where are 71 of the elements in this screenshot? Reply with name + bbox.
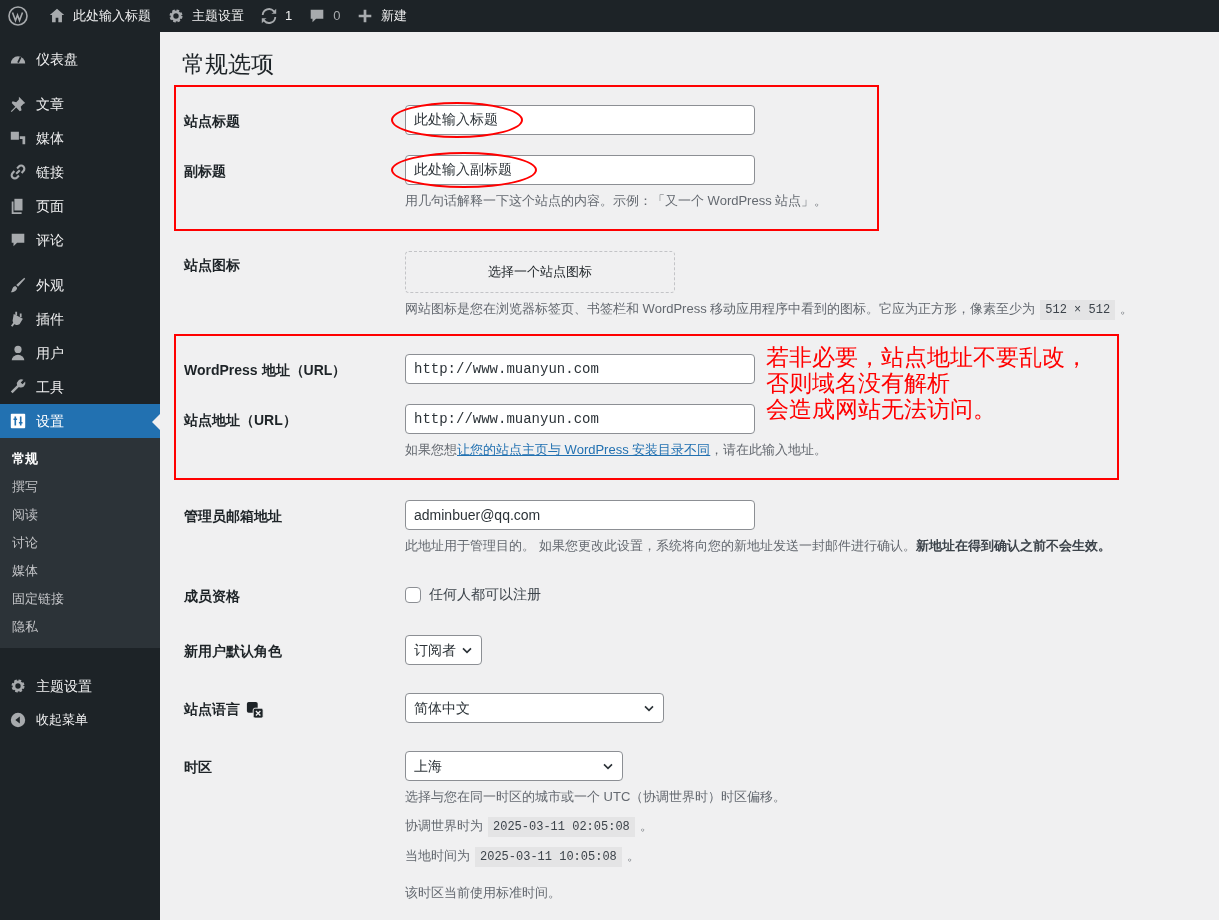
menu-item[interactable]: 文章 [0,87,160,121]
dropdown[interactable]: 订阅者 [405,635,482,665]
dropdown[interactable]: 简体中文 [405,693,664,723]
help-text: 如果您想让您的站点主页与 WordPress 安装目录不同，请在此输入地址。 [405,441,828,459]
menu-pointer-icon [152,414,160,430]
admin-bar-item[interactable]: 新建 [348,0,416,32]
admin-bar-item[interactable]: 此处输入标题 [40,0,159,32]
help-text: 此地址用于管理目的。 如果您更改此设置，系统将向您的新地址发送一封邮件进行确认。新地址在得到确认之前不会生效。 [405,537,1111,555]
menu-item[interactable]: 插件 [0,302,160,336]
sliders-icon [9,412,27,430]
field-label: WordPress 地址（URL） [184,361,347,380]
annotation-note: 若非必要，站点地址不要乱改， 否则域名没有解析 会造成网站无法访问。 [766,344,1088,422]
field-label: 站点标题 [184,112,240,131]
menu-item[interactable]: 工具 [0,370,160,404]
admin-bar-item[interactable]: 1 [252,0,301,32]
submenu-item[interactable]: 媒体 [0,557,160,585]
brush-icon [9,276,27,294]
submenu-item[interactable]: 撰写 [0,473,160,501]
field-label: 站点地址（URL） [184,411,297,430]
field-label: 站点语言 [184,700,240,719]
help-text: 用几句话解释一下这个站点的内容。示例：「又一个 WordPress 站点」。 [405,192,828,210]
link[interactable]: 让您的站点主页与 WordPress 安装目录不同 [457,442,711,457]
help-text: 选择与您在同一时区的城市或一个 UTC（协调世界时）时区偏移。 [405,788,787,806]
pushpin-icon [9,95,27,113]
input-field[interactable]: adminbuer@qq.com [405,500,755,530]
menu-item[interactable]: 收起菜单 [0,703,160,737]
input-field[interactable]: http://www.muanyun.com [405,354,755,384]
submenu-item[interactable]: 阅读 [0,501,160,529]
input-field[interactable]: 此处输入标题 [405,105,755,135]
collapse-icon [9,711,27,729]
checkbox-label: 任何人都可以注册 [429,585,541,604]
wrench-icon [9,378,27,396]
field-label: 副标题 [184,162,226,181]
menu-item[interactable]: 评论 [0,223,160,257]
submenu-item[interactable]: 隐私 [0,613,160,641]
submenu-item[interactable]: 固定链接 [0,585,160,613]
menu-item[interactable]: 链接 [0,155,160,189]
admin-bar-item[interactable]: 0 [300,0,349,32]
input-field[interactable]: http://www.muanyun.com [405,404,755,434]
checkbox[interactable] [405,586,421,603]
help-text: 网站图标是您在浏览器标签页、书签栏和 WordPress 移动应用程序中看到的图标。它应为正方形，像素至少为 512 × 512 。 [405,299,1134,320]
menu-item[interactable]: 用户 [0,336,160,370]
field-label: 管理员邮箱地址 [184,507,282,526]
submenu-item[interactable]: 讨论 [0,529,160,557]
input-field[interactable]: 此处输入副标题 [405,155,755,185]
submenu-item[interactable]: 常规 [0,445,160,473]
dropdown[interactable]: 上海 [405,751,623,781]
logo-icon[interactable] [8,6,28,26]
menu-item[interactable]: 外观 [0,268,160,302]
link-icon [9,163,27,181]
settings-icon [9,677,27,695]
info-text: 该时区当前使用标准时间。 [405,884,562,902]
menu-item[interactable]: 设置 [0,404,160,438]
menu-item[interactable]: 页面 [0,189,160,223]
user-icon [9,344,27,362]
admin-bar-item[interactable]: 主题设置 [159,0,252,32]
field-label: 新用户默认角色 [184,642,282,661]
settings-icon [167,7,185,25]
info-text: 当地时间为 2025-03-11 10:05:08 。 [405,846,787,867]
menu-item[interactable]: 主题设置 [0,669,160,703]
field-label: 时区 [184,758,212,777]
home-icon [48,7,66,25]
field-label: 站点图标 [184,256,240,275]
menu-item[interactable]: 媒体 [0,121,160,155]
page-title: 常规选项 [182,50,275,79]
choose-icon-button[interactable]: 选择一个站点图标 [405,251,675,293]
media-icon [9,129,27,147]
info-text: 协调世界时为 2025-03-11 02:05:08 。 [405,816,787,837]
menu-item[interactable]: 仪表盘 [0,42,160,76]
refresh-icon [260,7,278,25]
field-label: 成员资格 [184,587,240,606]
